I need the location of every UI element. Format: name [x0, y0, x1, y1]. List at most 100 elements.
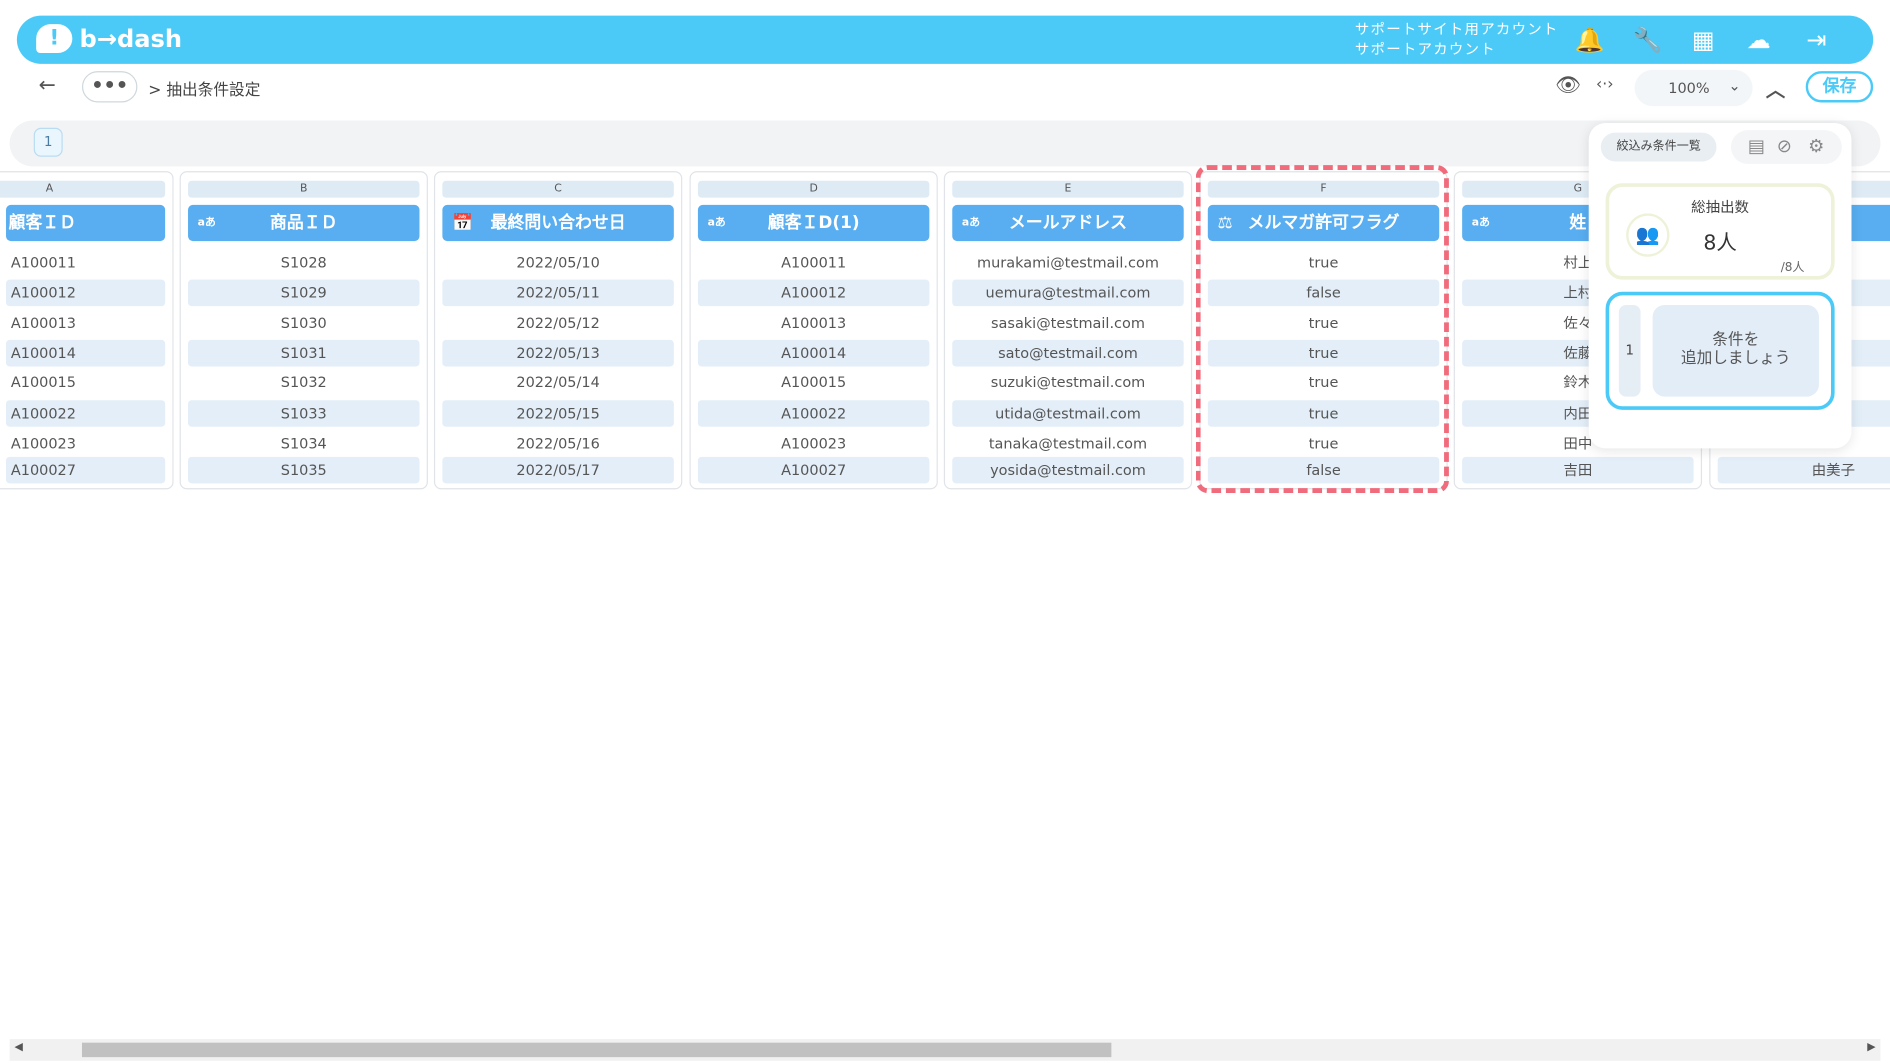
scroll-right-icon[interactable]: ▶ [1867, 1041, 1875, 1053]
page-tab[interactable]: 1 [33, 127, 63, 157]
column-type-icon: aあ [707, 216, 726, 230]
nav-bar: ← ••• > 抽出条件設定 👁 ‹·› 100% ⌄ ︿ 保存 [10, 64, 1881, 112]
table-cell: A100012 [6, 279, 166, 307]
table-cell: A100015 [10, 373, 76, 391]
column-letter: F [1207, 180, 1440, 198]
zoom-select[interactable]: 100% ⌄ [1634, 69, 1753, 107]
column-header-label: 商品ＩＤ [270, 213, 338, 233]
code-toggle-icon[interactable]: ‹·› [1596, 76, 1614, 94]
column-letter: C [442, 180, 674, 198]
column-type-icon: aあ [961, 216, 981, 230]
table-cell: 2022/05/12 [516, 314, 600, 332]
scrollbar-thumb[interactable] [81, 1042, 1112, 1058]
column-letter: E [952, 180, 1184, 198]
column-f[interactable]: F ⚖ メルマガ許可フラグ true false true true true true true… [1199, 171, 1448, 490]
table-cell: utida@testmail.com [952, 400, 1184, 427]
brand-name: b→dash [79, 24, 183, 54]
column-header-label: 顧客ＩＤ [8, 213, 76, 233]
table-cell: 2022/05/13 [442, 339, 674, 367]
table-cell: S1031 [188, 339, 420, 367]
column-type-icon: aあ [197, 216, 216, 230]
zoom-value: 100% [1668, 79, 1710, 97]
table-cell: A100022 [697, 400, 930, 427]
column-letter: D [697, 180, 930, 198]
table-cell: uemura@testmail.com [952, 279, 1184, 307]
column-letter: B [188, 180, 420, 198]
table-cell: tanaka@testmail.com [988, 435, 1148, 453]
table-cell: 吉田 [1462, 456, 1694, 484]
table-cell: murakami@testmail.com [977, 254, 1159, 272]
table-cell: 2022/05/10 [516, 254, 600, 272]
more-breadcrumb-button[interactable]: ••• [81, 71, 138, 103]
breadcrumb: > 抽出条件設定 [148, 81, 261, 101]
column-b[interactable]: Baあ 商品ＩＤ S1028 S1029 S1030 S1031 S1032 S1033 S10… [179, 171, 428, 490]
horizontal-scrollbar[interactable]: ◀ ▶ [9, 1039, 1881, 1061]
total-count: 8人 [1703, 231, 1737, 256]
panel-tools: ▤ ⊘ ⚙ [1730, 130, 1842, 164]
table-cell: true [1308, 435, 1339, 453]
bell-icon[interactable]: 🔔 [1574, 25, 1605, 54]
column-header[interactable]: aあ メールアドレス [952, 204, 1184, 242]
chevron-down-icon: ⌄ [1728, 77, 1741, 95]
column-header-label: メールアドレス [1008, 213, 1128, 233]
column-header-label: 姓 [1569, 213, 1587, 233]
table-cell: A100013 [781, 314, 847, 332]
table-cell: true [1308, 254, 1339, 272]
account-site: サポートサイト用アカウント [1354, 20, 1559, 38]
logo-bubble-icon [36, 24, 73, 54]
table-cell: true [1207, 339, 1440, 367]
add-condition-button[interactable]: 条件を 追加しましょう [1652, 304, 1819, 397]
total-count-card: 👥 総抽出数 8人 /8人 [1605, 183, 1835, 280]
support-icon[interactable]: ☁ [1743, 25, 1774, 54]
document-icon[interactable]: ▤ [1748, 135, 1765, 157]
table-cell: A100027 [697, 456, 930, 484]
grid-icon[interactable]: ▦ [1688, 25, 1719, 54]
table-cell: false [1207, 279, 1440, 307]
add-line1: 条件を [1712, 331, 1760, 350]
table-cell: S1030 [280, 314, 327, 332]
table-cell: S1034 [280, 435, 327, 453]
column-header[interactable]: aあ 商品ＩＤ [188, 204, 420, 242]
save-button[interactable]: 保存 [1805, 71, 1874, 103]
table-cell: A100011 [781, 254, 847, 272]
table-cell: A100022 [6, 400, 166, 427]
table-cell: 2022/05/15 [442, 400, 674, 427]
back-arrow-icon[interactable]: ← [39, 74, 56, 98]
wrench-icon[interactable]: 🔧 [1632, 25, 1663, 54]
table-cell: A100027 [6, 456, 166, 484]
table-cell: S1029 [188, 279, 420, 307]
column-type-icon: aあ [1471, 216, 1490, 230]
table-cell: sasaki@testmail.com [991, 314, 1145, 332]
column-header[interactable]: 顧客ＩＤ [6, 204, 166, 242]
column-header[interactable]: ⚖ メルマガ許可フラグ [1207, 204, 1440, 242]
eye-icon[interactable]: 👁 [1555, 74, 1581, 98]
column-d[interactable]: Daあ 顧客ＩD(1) A100011 A100012 A100013 A100014 A1… [689, 171, 938, 490]
filter-list-button[interactable]: 絞込み条件一覧 [1600, 132, 1717, 162]
filter-panel: 絞込み条件一覧 ▤ ⊘ ⚙ 👥 総抽出数 8人 /8人 1 条件を 追加しましょ… [1588, 122, 1852, 449]
table-cell: yosida@testmail.com [952, 456, 1184, 484]
table-cell: true [1308, 314, 1339, 332]
table-cell: A100012 [697, 279, 930, 307]
total-label: 総抽出数 [1691, 198, 1750, 216]
logout-icon[interactable]: ⇥ [1801, 25, 1832, 54]
table-cell: 2022/05/11 [442, 279, 674, 307]
condition-card: 1 条件を 追加しましょう [1605, 291, 1835, 410]
visibility-off-icon[interactable]: ⊘ [1777, 135, 1792, 157]
column-type-icon: 📅 [452, 213, 474, 233]
account-info[interactable]: サポートサイト用アカウント サポートアカウント [1355, 19, 1559, 60]
brand-logo[interactable]: b→dash [36, 24, 183, 54]
table-cell: A100015 [781, 373, 847, 391]
column-e[interactable]: Eaあ メールアドレス murakami@testmail.com uemura@te… [943, 171, 1193, 490]
table-cell: sato@testmail.com [952, 339, 1184, 367]
column-header[interactable]: aあ 顧客ＩD(1) [697, 204, 930, 242]
column-a[interactable]: A 顧客ＩＤ A100011 A100012 A100013 A100014 A100015… [0, 171, 174, 490]
chevron-up-icon[interactable]: ︿ [1766, 74, 1785, 103]
table-cell: S1033 [188, 400, 420, 427]
column-letter: A [0, 180, 166, 198]
column-header[interactable]: 📅 最終問い合わせ日 [442, 204, 674, 242]
column-header-label: 最終問い合わせ日 [490, 213, 626, 233]
settings-icon[interactable]: ⚙ [1808, 135, 1824, 157]
column-c[interactable]: C 📅 最終問い合わせ日 2022/05/10 2022/05/11 2022/05/12… [433, 171, 683, 490]
scroll-left-icon[interactable]: ◀ [14, 1041, 22, 1053]
table-cell: S1028 [280, 254, 327, 272]
